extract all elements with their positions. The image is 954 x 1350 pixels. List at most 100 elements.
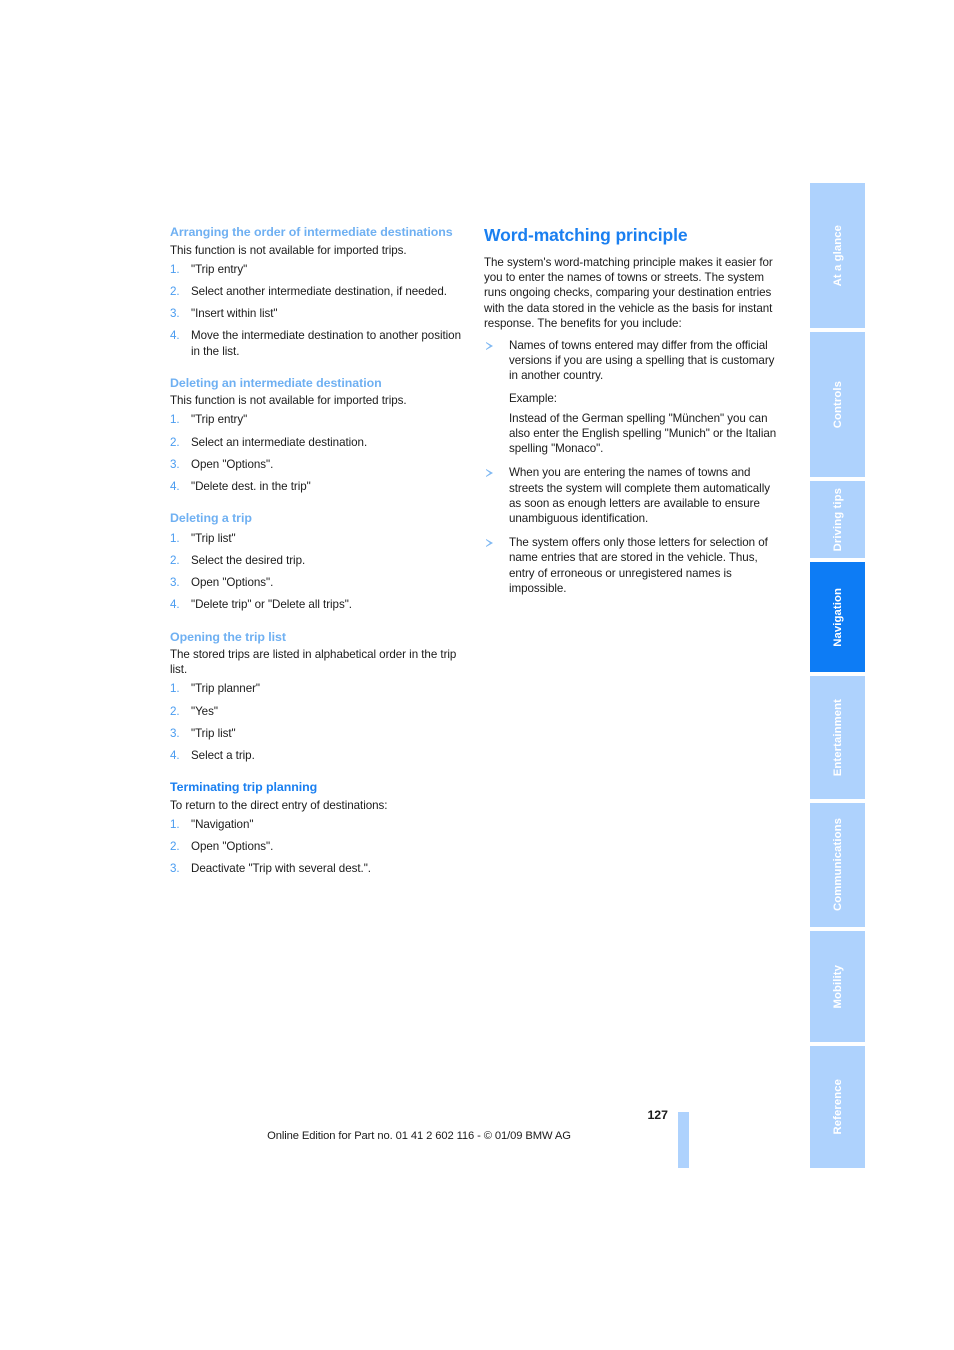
chapter-tab-reference[interactable]: Reference xyxy=(810,1046,865,1168)
manual-page: Arranging the order of intermediate dest… xyxy=(0,0,954,1350)
step-text: Open "Options". xyxy=(191,457,274,471)
step-text: "Trip entry" xyxy=(191,413,248,427)
step-item: 3. "Trip list" xyxy=(170,726,465,741)
right-column: Word-matching principle The system's wor… xyxy=(484,225,784,596)
step-number: 4. xyxy=(170,598,180,612)
step-item: 2. "Yes" xyxy=(170,704,465,719)
chapter-tab-label: Communications xyxy=(831,818,844,912)
section-heading: Arranging the order of intermediate dest… xyxy=(170,225,453,239)
bullet-sub-paragraph: Example: xyxy=(509,391,557,405)
step-number: 4. xyxy=(170,749,180,763)
left-column: Arranging the order of intermediate dest… xyxy=(170,225,465,877)
step-number: 3. xyxy=(170,576,180,590)
step-text: "Trip list" xyxy=(191,726,236,740)
step-item: 2. Select an intermediate destination. xyxy=(170,435,465,450)
chapter-tab-label: At a glance xyxy=(831,224,844,287)
chapter-tab-navigation[interactable]: Navigation xyxy=(810,562,865,672)
step-item: 3. Deactivate "Trip with several dest.". xyxy=(170,861,465,876)
numbered-step-list: 1. "Navigation" 2. Open "Options". 3. Deactiv… xyxy=(170,817,465,877)
intro-paragraph: The system's word-matching principle mak… xyxy=(484,256,773,330)
chapter-tab-bar: At a glance Controls Driving tips Navigatio… xyxy=(810,183,865,1168)
chapter-tab-label: Navigation xyxy=(831,587,844,647)
step-number: 2. xyxy=(170,553,180,567)
step-number: 3. xyxy=(170,726,180,740)
step-number: 1. xyxy=(170,817,180,831)
section-intro: To return to the direct entry of destina… xyxy=(170,798,388,812)
step-text: Move the intermediate destination to ano… xyxy=(191,329,461,358)
step-item: 4. Move the intermediate destination to a… xyxy=(170,328,465,358)
step-number: 4. xyxy=(170,480,180,494)
section-intro: The stored trips are listed in alphabeti… xyxy=(170,648,457,677)
footer-note: Online Edition for Part no. 01 41 2 602 … xyxy=(267,1130,571,1142)
step-item: 2. Select the desired trip. xyxy=(170,553,465,568)
chapter-tab-mobility[interactable]: Mobility xyxy=(810,931,865,1042)
step-text: "Trip entry" xyxy=(191,262,248,276)
content-section: Arranging the order of intermediate dest… xyxy=(170,225,465,359)
step-number: 2. xyxy=(170,435,180,449)
page-number: 127 xyxy=(647,1108,668,1122)
numbered-step-list: 1. "Trip planner" 2. "Yes" 3. "Trip list" 4. Se… xyxy=(170,681,465,763)
step-text: Select an intermediate destination. xyxy=(191,435,368,449)
chapter-tab-communications[interactable]: Communications xyxy=(810,803,865,927)
chapter-tab-label: Controls xyxy=(831,380,844,429)
step-item: 4. "Delete dest. in the trip" xyxy=(170,479,465,494)
step-number: 1. xyxy=(170,262,180,276)
step-text: Deactivate "Trip with several dest.". xyxy=(191,862,371,876)
content-section: Deleting a trip 1. "Trip list" 2. Select the… xyxy=(170,511,465,612)
chapter-tab-controls[interactable]: Controls xyxy=(810,332,865,477)
content-section: Terminating trip planning To return to th… xyxy=(170,780,465,876)
bullet-item: When you are entering the names of towns… xyxy=(484,465,784,526)
triangle-bullet-icon xyxy=(486,341,493,350)
step-item: 1. "Trip entry" xyxy=(170,412,465,427)
step-text: "Yes" xyxy=(191,704,218,718)
step-text: Select a trip. xyxy=(191,749,255,763)
step-item: 1. "Navigation" xyxy=(170,817,465,832)
triangle-bullet-icon xyxy=(486,538,493,547)
step-number: 3. xyxy=(170,457,180,471)
step-text: "Delete trip" or "Delete all trips". xyxy=(191,598,352,612)
step-number: 2. xyxy=(170,284,180,298)
chapter-tab-label: Entertainment xyxy=(831,698,844,777)
chapter-tab-label: Driving tips xyxy=(831,487,844,552)
step-text: "Trip planner" xyxy=(191,682,260,696)
section-heading: Terminating trip planning xyxy=(170,780,318,795)
step-text: "Navigation" xyxy=(191,817,254,831)
footer-accent-bar xyxy=(678,1112,689,1168)
chapter-tab-at-a-glance[interactable]: At a glance xyxy=(810,183,865,328)
step-number: 1. xyxy=(170,682,180,696)
bullet-sub-paragraph: Instead of the German spelling "München"… xyxy=(509,411,777,456)
step-item: 2. Open "Options". xyxy=(170,839,465,854)
content-section: Deleting an intermediate destination This… xyxy=(170,376,465,495)
step-text: "Delete dest. in the trip" xyxy=(191,480,311,494)
bullet-text: Names of towns entered may differ from t… xyxy=(509,339,775,383)
section-intro: This function is not available for impor… xyxy=(170,243,407,257)
benefits-list: Names of towns entered may differ from t… xyxy=(484,338,784,596)
bullet-text: The system offers only those letters for… xyxy=(509,536,768,595)
step-number: 2. xyxy=(170,840,180,854)
section-heading: Deleting a trip xyxy=(170,511,252,526)
bullet-item: Names of towns entered may differ from t… xyxy=(484,338,784,456)
step-text: Open "Options". xyxy=(191,840,274,854)
chapter-tab-label: Reference xyxy=(831,1079,844,1135)
step-item: 3. "Insert within list" xyxy=(170,306,465,321)
step-item: 1. "Trip planner" xyxy=(170,681,465,696)
section-heading: Opening the trip list xyxy=(170,629,286,644)
numbered-step-list: 1. "Trip entry" 2. Select an intermediate d… xyxy=(170,412,465,494)
step-item: 1. "Trip entry" xyxy=(170,262,465,277)
step-item: 4. Select a trip. xyxy=(170,748,465,763)
chapter-tab-entertainment[interactable]: Entertainment xyxy=(810,676,865,799)
step-number: 4. xyxy=(170,329,180,343)
step-number: 3. xyxy=(170,862,180,876)
step-text: Select the desired trip. xyxy=(191,553,306,567)
step-item: 3. Open "Options". xyxy=(170,575,465,590)
page-title: Word-matching principle xyxy=(484,225,688,245)
bullet-text: When you are entering the names of towns… xyxy=(509,466,770,526)
chapter-tab-label: Mobility xyxy=(831,964,844,1009)
bullet-item: The system offers only those letters for… xyxy=(484,535,784,596)
step-item: 1. "Trip list" xyxy=(170,531,465,546)
chapter-tab-driving-tips[interactable]: Driving tips xyxy=(810,481,865,558)
section-heading: Deleting an intermediate destination xyxy=(170,375,382,390)
step-item: 3. Open "Options". xyxy=(170,457,465,472)
step-number: 3. xyxy=(170,307,180,321)
step-text: "Insert within list" xyxy=(191,307,278,321)
